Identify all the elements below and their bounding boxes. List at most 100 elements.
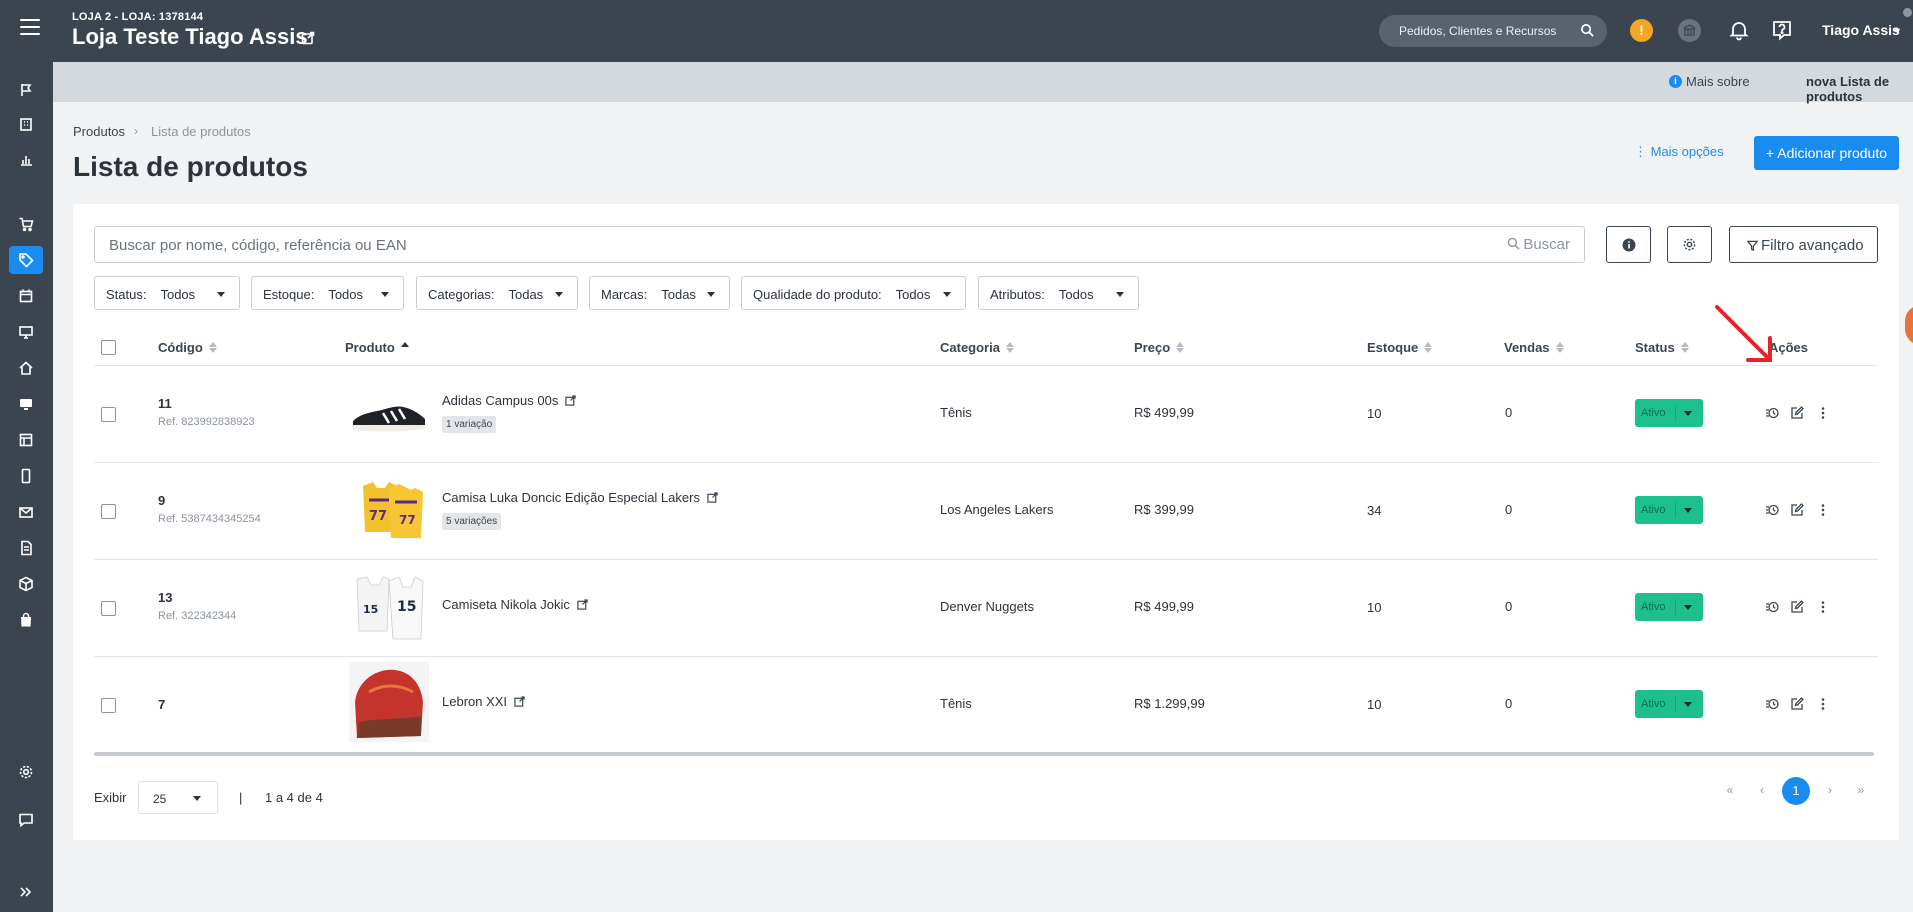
- flag-icon[interactable]: [9, 76, 43, 104]
- more-options-button[interactable]: ⋮ Mais opções: [1634, 144, 1724, 160]
- filter-product-quality[interactable]: Qualidade do produto: Todos: [741, 276, 966, 310]
- more-vertical-icon[interactable]: [1816, 503, 1830, 517]
- box-icon[interactable]: [9, 570, 43, 598]
- store-name[interactable]: Loja Teste Tiago Assis: [72, 24, 308, 50]
- status-dropdown[interactable]: Ativo: [1635, 496, 1703, 524]
- help-icon[interactable]: [1771, 19, 1793, 41]
- edit-icon[interactable]: [1790, 600, 1804, 614]
- global-search-placeholder: Pedidos, Clientes e Recursos: [1399, 24, 1557, 38]
- column-product[interactable]: Produto: [345, 340, 410, 355]
- status-dropdown[interactable]: Ativo: [1635, 593, 1703, 621]
- column-sales[interactable]: Vendas: [1504, 340, 1565, 355]
- current-page-button[interactable]: 1: [1782, 777, 1810, 805]
- edit-icon[interactable]: [1790, 503, 1804, 517]
- edit-icon[interactable]: [1790, 406, 1804, 420]
- column-stock[interactable]: Estoque: [1367, 340, 1433, 355]
- chevron-down-icon[interactable]: ▼: [1893, 26, 1902, 36]
- calendar-icon[interactable]: [9, 282, 43, 310]
- product-name-link[interactable]: Lebron XXI: [442, 694, 525, 709]
- chart-icon[interactable]: [9, 146, 43, 174]
- filter-attributes[interactable]: Atributos: Todos: [978, 276, 1139, 310]
- product-thumbnail[interactable]: [349, 375, 429, 455]
- annotation-arrow-icon: [1715, 305, 1772, 362]
- next-page-button[interactable]: ›: [1820, 783, 1840, 797]
- mail-icon[interactable]: [9, 498, 43, 526]
- filter-categories[interactable]: Categorias: Todas: [416, 276, 578, 310]
- row-checkbox[interactable]: [101, 407, 116, 422]
- caret-down-icon: [1684, 605, 1692, 610]
- info-link[interactable]: nova Lista de produtos: [1806, 74, 1913, 104]
- product-search-input[interactable]: [109, 237, 1409, 254]
- product-thumbnail[interactable]: [349, 662, 429, 742]
- row-checkbox[interactable]: [101, 698, 116, 713]
- external-link-icon[interactable]: [301, 31, 315, 45]
- warning-icon[interactable]: !: [1630, 19, 1653, 42]
- filter-brands[interactable]: Marcas: Todas: [589, 276, 730, 310]
- layout-icon[interactable]: [9, 426, 43, 454]
- row-checkbox[interactable]: [101, 504, 116, 519]
- row-checkbox[interactable]: [101, 601, 116, 616]
- last-page-button[interactable]: »: [1851, 783, 1871, 797]
- column-status[interactable]: Status: [1635, 340, 1690, 355]
- external-link-icon[interactable]: [565, 395, 577, 406]
- prev-page-button[interactable]: ‹: [1752, 783, 1772, 797]
- global-search[interactable]: Pedidos, Clientes e Recursos: [1379, 15, 1607, 47]
- filter-stock[interactable]: Estoque: Todos: [251, 276, 404, 310]
- settings-icon[interactable]: [9, 758, 43, 786]
- horizontal-scrollbar[interactable]: [94, 752, 1874, 756]
- product-name-link[interactable]: Camiseta Nikola Jokic: [442, 597, 588, 612]
- product-stock: 10: [1367, 600, 1382, 615]
- search-button[interactable]: Buscar: [1507, 236, 1570, 253]
- more-vertical-icon[interactable]: [1816, 697, 1830, 711]
- home-icon[interactable]: [9, 354, 43, 382]
- product-name-link[interactable]: Camisa Luka Doncic Edição Especial Laker…: [442, 490, 718, 505]
- product-thumbnail[interactable]: 15 15: [349, 569, 429, 649]
- desktop-icon[interactable]: [9, 390, 43, 418]
- history-icon[interactable]: [1765, 503, 1779, 517]
- edit-icon[interactable]: [1790, 697, 1804, 711]
- column-code[interactable]: Código: [158, 340, 218, 355]
- history-icon[interactable]: [1765, 600, 1779, 614]
- floating-widget-tab[interactable]: [1905, 305, 1913, 345]
- more-vertical-icon[interactable]: [1816, 406, 1830, 420]
- advanced-filter-button[interactable]: Filtro avançado: [1729, 226, 1878, 263]
- page-size-select[interactable]: 25: [138, 781, 218, 814]
- select-all-checkbox[interactable]: [101, 340, 116, 355]
- column-price[interactable]: Preço: [1134, 340, 1185, 355]
- more-vertical-icon[interactable]: [1816, 600, 1830, 614]
- status-dropdown[interactable]: Ativo: [1635, 690, 1703, 718]
- monitor-icon[interactable]: [9, 318, 43, 346]
- external-link-icon[interactable]: [577, 599, 588, 610]
- filter-label: Atributos:: [990, 287, 1045, 302]
- chat-icon[interactable]: [9, 806, 43, 834]
- breadcrumb-root[interactable]: Produtos: [73, 124, 125, 139]
- info-strip: i Mais sobre nova Lista de produtos: [53, 62, 1913, 104]
- history-icon[interactable]: [1765, 406, 1779, 420]
- menu-icon[interactable]: [20, 19, 40, 37]
- settings-button[interactable]: [1667, 226, 1712, 263]
- notification-bell-icon[interactable]: [1728, 19, 1750, 41]
- expand-icon[interactable]: [9, 878, 43, 906]
- external-link-icon[interactable]: [707, 492, 718, 503]
- product-ref: Ref. 322342344: [158, 610, 237, 622]
- tag-icon[interactable]: [9, 246, 43, 274]
- product-thumbnail[interactable]: 77 77: [349, 472, 429, 552]
- product-ref: Ref. 5387434345254: [158, 513, 261, 525]
- bag-icon[interactable]: [9, 606, 43, 634]
- document-icon[interactable]: [9, 534, 43, 562]
- history-icon[interactable]: [1765, 697, 1779, 711]
- search-icon[interactable]: [1580, 23, 1595, 38]
- product-name-link[interactable]: Adidas Campus 00s: [442, 393, 577, 408]
- first-page-button[interactable]: «: [1720, 783, 1740, 797]
- external-link-icon[interactable]: [514, 696, 525, 707]
- bank-icon[interactable]: [1678, 19, 1701, 42]
- status-dropdown[interactable]: Ativo: [1635, 399, 1703, 427]
- info-button[interactable]: [1606, 226, 1651, 263]
- building-icon[interactable]: [9, 110, 43, 138]
- cart-icon[interactable]: [9, 210, 43, 238]
- mobile-icon[interactable]: [9, 462, 43, 490]
- column-category[interactable]: Categoria: [940, 340, 1015, 355]
- user-menu[interactable]: Tiago Assis: [1822, 22, 1900, 38]
- filter-status[interactable]: Status: Todos: [94, 276, 240, 310]
- add-product-button[interactable]: + Adicionar produto: [1754, 136, 1899, 170]
